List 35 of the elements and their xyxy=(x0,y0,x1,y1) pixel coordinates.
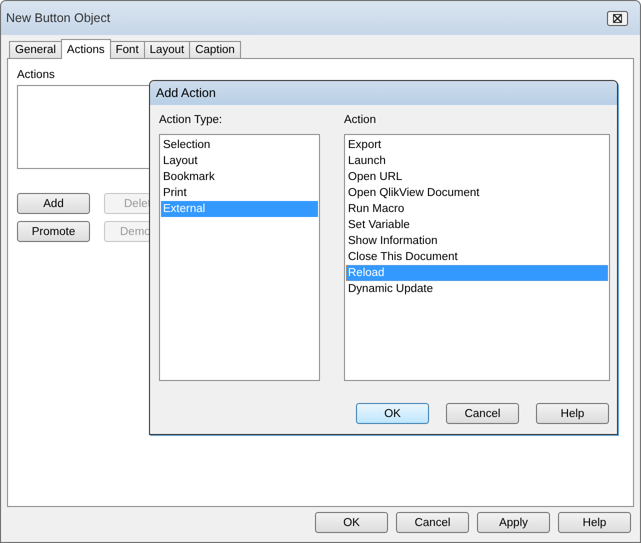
close-icon[interactable] xyxy=(607,10,628,26)
list-item[interactable]: Run Macro xyxy=(346,201,608,217)
list-item[interactable]: Show Information xyxy=(346,233,608,249)
dialog-button[interactable]: Cancel xyxy=(446,403,519,424)
dialog-button[interactable]: Cancel xyxy=(396,512,469,533)
dialog-button[interactable]: Apply xyxy=(477,512,550,533)
list-label: Action xyxy=(344,114,377,126)
window-title: New Button Object xyxy=(6,11,110,25)
tab[interactable]: Caption xyxy=(189,41,241,58)
list-item[interactable]: Dynamic Update xyxy=(346,281,608,297)
list-item[interactable]: Export xyxy=(346,137,608,153)
dialog-button[interactable]: Help xyxy=(558,512,631,533)
list-item[interactable]: Open QlikView Document xyxy=(346,185,608,201)
tab[interactable]: Actions xyxy=(60,39,111,59)
list-item[interactable]: Print xyxy=(161,185,318,201)
list-item[interactable]: Close This Document xyxy=(346,249,608,265)
dialog-button[interactable]: OK xyxy=(315,512,388,533)
action-button[interactable]: Promote xyxy=(17,221,90,242)
list-item[interactable]: Open URL xyxy=(346,169,608,185)
actions-label: Actions xyxy=(17,69,56,81)
action-button[interactable]: Add xyxy=(17,193,90,214)
tab[interactable]: Font xyxy=(110,41,145,58)
list-item[interactable]: Bookmark xyxy=(161,169,318,185)
list-item[interactable]: Layout xyxy=(161,153,318,169)
tab[interactable]: Layout xyxy=(144,41,190,58)
list-item[interactable]: Selection xyxy=(161,137,318,153)
list-item[interactable]: Launch xyxy=(346,153,608,169)
list-label: Action Type: xyxy=(159,114,224,126)
list-item[interactable]: Set Variable xyxy=(346,217,608,233)
tab[interactable]: General xyxy=(9,41,62,58)
dialog-button[interactable]: OK xyxy=(356,403,429,424)
action-type-list[interactable]: Selection Layout Bookmark Print External xyxy=(159,134,320,381)
dialog-button[interactable]: Help xyxy=(536,403,609,424)
action-list[interactable]: Export Launch Open URL Open QlikView Document Run Macro Set Variable Show Information Close This Document Reload Dynamic Update xyxy=(344,134,610,381)
dialog-title: Add Action xyxy=(156,86,216,100)
